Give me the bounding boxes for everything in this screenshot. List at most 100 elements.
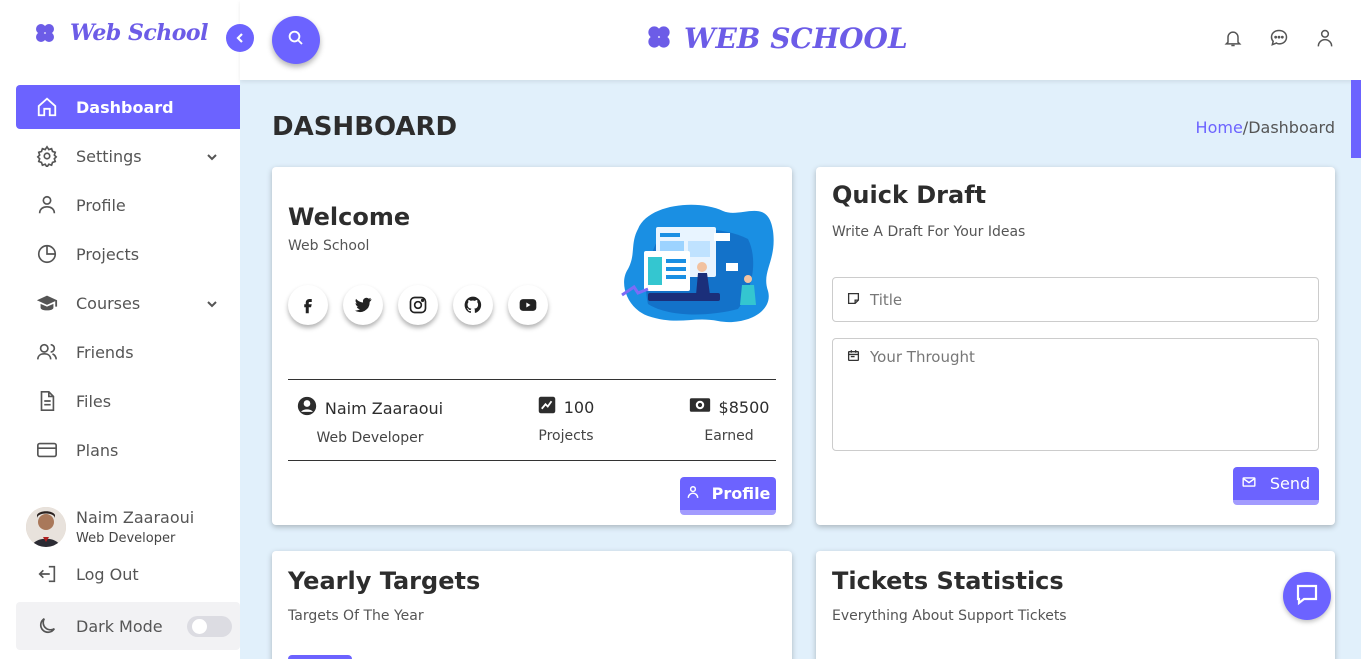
target-icon-box bbox=[288, 655, 352, 659]
user-icon bbox=[686, 484, 700, 503]
social-links bbox=[288, 285, 548, 325]
draft-subtitle: Write A Draft For Your Ideas bbox=[832, 224, 1026, 240]
twitter-icon[interactable] bbox=[343, 285, 383, 325]
sidebar-item-dashboard[interactable]: Dashboard bbox=[16, 85, 240, 129]
yearly-title: Yearly Targets bbox=[288, 567, 481, 595]
stat-user-value: Naim Zaaraoui bbox=[324, 398, 444, 418]
draft-title: Quick Draft bbox=[832, 181, 987, 209]
sidebar-brand[interactable]: Web School bbox=[34, 20, 208, 46]
draft-title-input[interactable]: Title bbox=[832, 277, 1319, 322]
graduation-cap-icon bbox=[36, 292, 58, 314]
dark-mode-toggle[interactable] bbox=[187, 616, 232, 637]
scrollbar-thumb[interactable] bbox=[1351, 80, 1361, 158]
stat-earned-label: Earned bbox=[704, 428, 754, 444]
send-button-label: Send bbox=[1269, 474, 1311, 493]
github-icon[interactable] bbox=[453, 285, 493, 325]
stat-user-label: Web Developer bbox=[316, 430, 424, 446]
toggle-knob bbox=[192, 619, 207, 634]
sidebar: Web School Dashboard Settings Profile Pr… bbox=[0, 0, 240, 659]
users-icon bbox=[36, 341, 58, 363]
sidebar-item-label: Projects bbox=[76, 244, 140, 264]
logout-button[interactable]: Log Out bbox=[36, 563, 139, 585]
sidebar-nav: Dashboard Settings Profile Projects Cour… bbox=[16, 85, 240, 477]
search-icon bbox=[287, 29, 305, 51]
draft-thought-placeholder: Your Throught bbox=[870, 348, 975, 366]
stat-projects: 100 Projects bbox=[520, 396, 612, 444]
sidebar-item-plans[interactable]: Plans bbox=[16, 428, 240, 472]
user-circle-icon bbox=[297, 396, 317, 420]
header-title: WEB SCHOOL bbox=[684, 22, 908, 55]
sidebar-item-projects[interactable]: Projects bbox=[16, 232, 240, 276]
facebook-icon[interactable] bbox=[288, 285, 328, 325]
sidebar-item-settings[interactable]: Settings bbox=[16, 134, 240, 178]
sidebar-item-label: Plans bbox=[76, 440, 119, 460]
sidebar-item-label: Friends bbox=[76, 342, 134, 362]
stat-projects-label: Projects bbox=[538, 428, 594, 444]
stat-earned: $8500 Earned bbox=[682, 396, 776, 444]
user-name: Naim Zaaraoui bbox=[76, 508, 195, 527]
youtube-icon[interactable] bbox=[508, 285, 548, 325]
tickets-subtitle: Everything About Support Tickets bbox=[832, 608, 1067, 624]
stat-earned-value: $8500 bbox=[718, 397, 770, 417]
quick-draft-card: Quick Draft Write A Draft For Your Ideas… bbox=[816, 167, 1335, 525]
dark-mode-label: Dark Mode bbox=[76, 616, 163, 636]
welcome-stats: Naim Zaaraoui Web Developer 100 Projects… bbox=[288, 379, 776, 461]
send-button[interactable]: Send bbox=[1233, 467, 1319, 505]
user-icon bbox=[36, 194, 58, 216]
breadcrumb-current: Dashboard bbox=[1248, 118, 1335, 137]
logout-label: Log Out bbox=[76, 564, 139, 584]
dark-mode-row: Dark Mode bbox=[16, 602, 240, 650]
chevron-down-icon[interactable] bbox=[206, 295, 218, 314]
chart-icon bbox=[538, 396, 556, 418]
search-button[interactable] bbox=[272, 16, 320, 64]
breadcrumb: Home/Dashboard bbox=[1196, 118, 1335, 137]
brand-name: Web School bbox=[70, 20, 208, 46]
stat-user: Naim Zaaraoui Web Developer bbox=[288, 396, 452, 446]
welcome-card: Welcome Web School Naim Zaaraoui Web Dev… bbox=[272, 167, 792, 525]
profile-button-label: Profile bbox=[711, 484, 771, 503]
user-role: Web Developer bbox=[76, 531, 176, 546]
logout-icon bbox=[36, 563, 58, 585]
chat-bubble-icon bbox=[1295, 582, 1319, 610]
welcome-subtitle: Web School bbox=[288, 238, 370, 254]
sidebar-item-files[interactable]: Files bbox=[16, 379, 240, 423]
sidebar-item-label: Files bbox=[76, 391, 112, 411]
page-title: DASHBOARD bbox=[272, 112, 458, 142]
welcome-title: Welcome bbox=[288, 203, 411, 231]
pie-chart-icon bbox=[36, 243, 58, 265]
header-brand[interactable]: WEB SCHOOL bbox=[646, 22, 908, 55]
sidebar-item-label: Dashboard bbox=[76, 97, 174, 117]
gear-icon bbox=[36, 145, 58, 167]
user-icon[interactable] bbox=[1315, 28, 1335, 48]
breadcrumb-home-link[interactable]: Home bbox=[1196, 118, 1243, 137]
sidebar-item-friends[interactable]: Friends bbox=[16, 330, 240, 374]
sidebar-item-label: Profile bbox=[76, 195, 126, 215]
chat-support-button[interactable] bbox=[1283, 572, 1331, 620]
tickets-statistics-card: Tickets Statistics Everything About Supp… bbox=[816, 551, 1335, 659]
clover-logo-icon bbox=[34, 22, 56, 44]
moon-icon bbox=[36, 615, 58, 637]
tickets-title: Tickets Statistics bbox=[832, 567, 1064, 595]
draft-thought-textarea[interactable]: Your Throught bbox=[832, 338, 1319, 451]
yearly-targets-card: Yearly Targets Targets Of The Year bbox=[272, 551, 792, 659]
sidebar-user[interactable]: Naim Zaaraoui Web Developer bbox=[26, 507, 194, 547]
stat-projects-value: 100 bbox=[563, 397, 595, 417]
header-actions bbox=[1223, 28, 1335, 48]
chat-icon[interactable] bbox=[1269, 28, 1289, 48]
collapse-sidebar-button[interactable] bbox=[226, 24, 254, 52]
yearly-subtitle: Targets Of The Year bbox=[288, 608, 424, 624]
sidebar-item-label: Settings bbox=[76, 146, 142, 166]
chevron-left-icon bbox=[234, 29, 246, 48]
bell-icon[interactable] bbox=[1223, 28, 1243, 48]
file-icon bbox=[36, 390, 58, 412]
note-icon bbox=[847, 291, 860, 309]
instagram-icon[interactable] bbox=[398, 285, 438, 325]
envelope-icon bbox=[1242, 474, 1256, 493]
sidebar-item-courses[interactable]: Courses bbox=[16, 281, 240, 325]
money-icon bbox=[689, 396, 711, 418]
sidebar-item-label: Courses bbox=[76, 293, 141, 313]
sidebar-item-profile[interactable]: Profile bbox=[16, 183, 240, 227]
profile-button[interactable]: Profile bbox=[680, 477, 776, 515]
clover-logo-icon bbox=[646, 24, 672, 54]
chevron-down-icon[interactable] bbox=[206, 148, 218, 167]
